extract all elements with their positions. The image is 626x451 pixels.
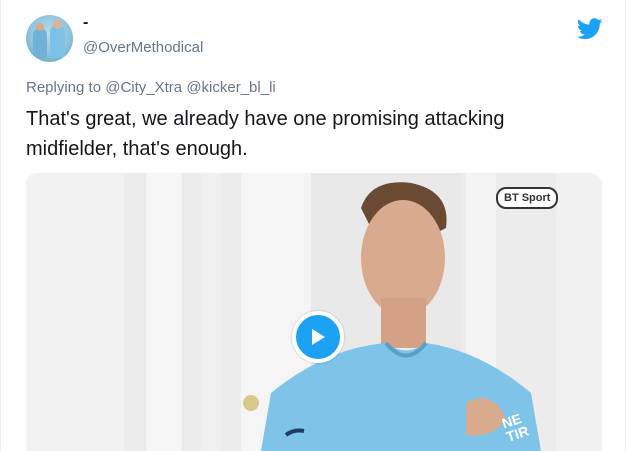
user-handle[interactable]: @OverMethodical (83, 39, 203, 56)
replying-to: Replying to @City_Xtra @kicker_bl_li (26, 79, 276, 96)
tweet-card: - @OverMethodical Replying to @City_Xtra… (0, 0, 626, 451)
bt-sport-logo: BT Sport (496, 187, 559, 209)
tweet-text: That's great, we already have one promis… (26, 108, 505, 160)
mention-link[interactable]: @kicker_bl_li (186, 79, 275, 96)
display-name[interactable]: - (83, 14, 88, 32)
twitter-bird-icon[interactable] (577, 18, 603, 40)
play-icon (312, 329, 325, 345)
mention-link[interactable]: @City_Xtra (105, 79, 182, 96)
play-button[interactable] (292, 311, 344, 363)
avatar[interactable] (26, 15, 73, 62)
replying-prefix: Replying to (26, 79, 102, 96)
video-thumbnail[interactable]: BT Sport NE TIR (26, 173, 602, 451)
